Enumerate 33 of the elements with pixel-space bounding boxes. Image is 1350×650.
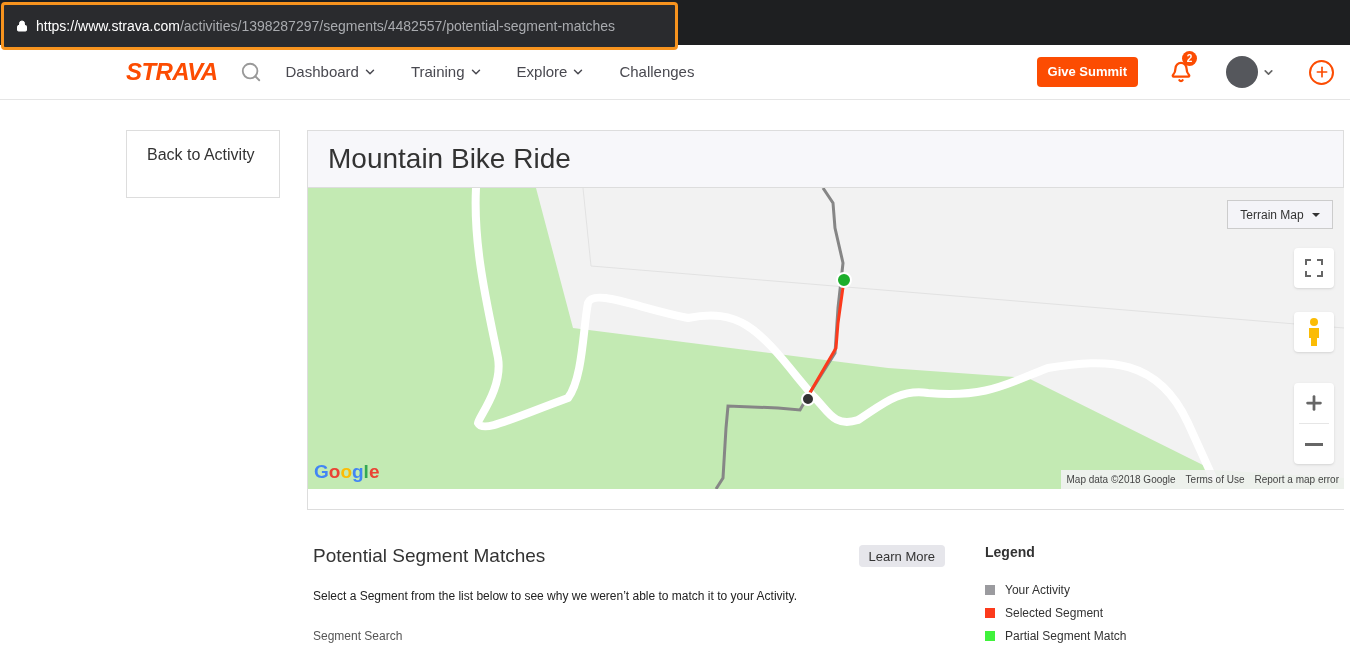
- map-data-credit: Map data ©2018 Google: [1061, 470, 1181, 489]
- url-field[interactable]: https://www.strava.com/activities/1398287297/segments/4482557/potential-segment-matches: [1, 2, 678, 50]
- legend-label: Partial Segment Match: [1005, 628, 1127, 645]
- nav-link[interactable]: Explore: [516, 60, 586, 84]
- nav-link[interactable]: Training: [410, 60, 483, 84]
- lock-icon: [16, 20, 28, 32]
- activity-title: Mountain Bike Ride: [328, 142, 571, 176]
- plus-icon: [1303, 392, 1325, 414]
- legend-label: Your Activity: [1005, 582, 1070, 599]
- caret-icon: [1311, 212, 1320, 217]
- url-text: https://www.strava.com/activities/1398287297/segments/4482557/potential-segment-matches: [36, 16, 615, 36]
- fullscreen-icon: [1305, 259, 1323, 277]
- minus-icon: [1305, 442, 1323, 446]
- legend-label: Selected Segment: [1005, 605, 1104, 622]
- section-title: Potential Segment Matches: [313, 544, 546, 568]
- nav-link[interactable]: Challenges: [619, 60, 695, 84]
- bell-icon[interactable]: [1170, 61, 1192, 83]
- map-type-dropdown[interactable]: Terrain Map: [1227, 200, 1333, 229]
- map-attribution-link[interactable]: Report a map error: [1249, 470, 1344, 489]
- fullscreen-button[interactable]: [1294, 248, 1334, 288]
- notification-count: 2: [1182, 51, 1197, 66]
- map-attribution-link[interactable]: Terms of Use: [1180, 470, 1250, 489]
- add-button[interactable]: [1309, 59, 1334, 85]
- pegman-icon: [1308, 317, 1320, 347]
- back-to-activity-link[interactable]: Back to Activity: [126, 130, 280, 198]
- learn-more-button[interactable]: Learn More: [858, 545, 945, 568]
- search-icon[interactable]: [239, 61, 262, 83]
- avatar[interactable]: [1226, 56, 1258, 88]
- search-label: Segment Search: [313, 627, 404, 645]
- description-text: Select a Segment from the list below to see why we weren’t able to match it to your Activity.: [313, 587, 798, 605]
- nav-link[interactable]: Dashboard: [285, 60, 377, 84]
- google-logo: Google: [314, 459, 380, 484]
- legend-title: Legend: [985, 543, 1036, 562]
